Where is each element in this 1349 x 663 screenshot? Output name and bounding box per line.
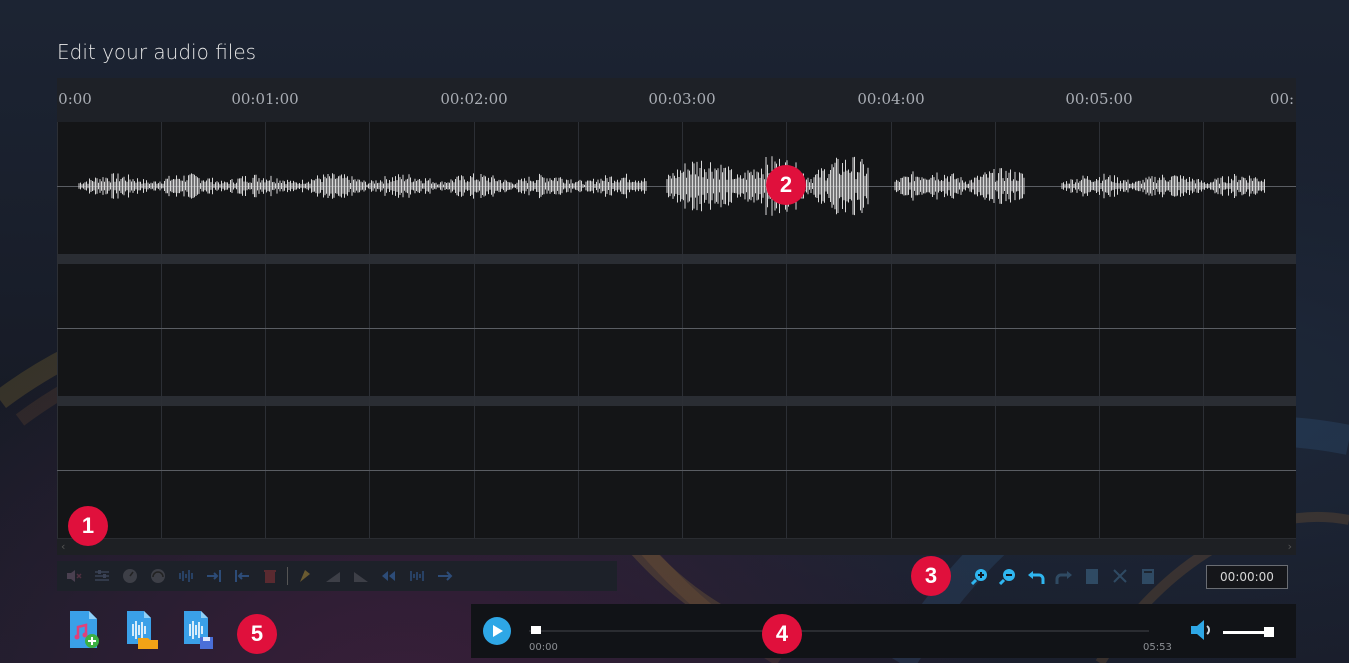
seek-thumb[interactable] xyxy=(531,626,541,634)
zoom-in-icon[interactable] xyxy=(970,565,990,587)
annotation-badge-1: 1 xyxy=(68,506,108,546)
annotation-badge-3: 3 xyxy=(911,556,951,596)
volume-knob[interactable] xyxy=(1264,627,1275,637)
track-separator xyxy=(57,254,1296,264)
paste-icon[interactable] xyxy=(1082,565,1102,587)
save-file-icon[interactable] xyxy=(181,610,215,650)
audio-editor[interactable]: 0:00 00:01:00 00:02:00 00:03:00 00:04:00… xyxy=(57,78,1296,555)
mute-icon[interactable] xyxy=(63,565,85,587)
trim-right-icon[interactable] xyxy=(203,565,225,587)
file-actions xyxy=(67,610,215,650)
redo-icon[interactable] xyxy=(1054,565,1074,587)
page-title: Edit your audio files xyxy=(57,40,257,64)
waveform-path xyxy=(78,156,1265,216)
track-area[interactable] xyxy=(57,122,1296,538)
add-audio-icon[interactable] xyxy=(67,610,101,650)
scroll-right-icon[interactable]: › xyxy=(1288,539,1292,555)
fade-in-icon[interactable] xyxy=(322,565,344,587)
normalize-icon[interactable] xyxy=(175,565,197,587)
split-icon[interactable] xyxy=(406,565,428,587)
scroll-left-icon[interactable]: ‹ xyxy=(61,539,65,555)
pitch-icon[interactable] xyxy=(147,565,169,587)
audio-player: 00:00 05:53 xyxy=(471,604,1296,658)
play-icon xyxy=(493,625,503,637)
speed-icon[interactable] xyxy=(119,565,141,587)
open-file-icon[interactable] xyxy=(124,610,158,650)
copy-icon[interactable] xyxy=(1138,565,1158,587)
ruler-tick: 0:00 xyxy=(58,90,92,108)
time-input[interactable]: 00:00:00 xyxy=(1206,565,1288,589)
volume-icon[interactable] xyxy=(1189,618,1215,642)
ruler-tick: 00: xyxy=(1269,90,1295,108)
toolbar-divider xyxy=(287,567,288,585)
track-separator xyxy=(57,396,1296,406)
fade-out-icon[interactable] xyxy=(350,565,372,587)
trim-left-icon[interactable] xyxy=(231,565,253,587)
annotation-badge-2: 2 xyxy=(766,165,806,205)
ruler-tick: 00:03:00 xyxy=(648,90,716,108)
center-line xyxy=(57,328,1296,329)
current-time: 00:00 xyxy=(529,642,558,653)
center-line xyxy=(57,470,1296,471)
ruler-tick: 00:02:00 xyxy=(440,90,508,108)
seek-bar[interactable] xyxy=(529,630,1149,632)
annotation-badge-5: 5 xyxy=(237,614,277,654)
ruler-tick: 00:04:00 xyxy=(857,90,925,108)
ruler-tick: 00:05:00 xyxy=(1065,90,1133,108)
annotation-badge-4: 4 xyxy=(762,614,802,654)
ruler-tick: 00:01:00 xyxy=(231,90,299,108)
track-lane-3[interactable] xyxy=(57,406,1296,538)
duration-time: 05:53 xyxy=(1143,642,1172,653)
zoom-out-icon[interactable] xyxy=(998,565,1018,587)
equalizer-icon[interactable] xyxy=(91,565,113,587)
track-lane-2[interactable] xyxy=(57,264,1296,396)
horizontal-scrollbar[interactable]: ‹ › xyxy=(57,538,1296,555)
noise-reduction-icon[interactable] xyxy=(294,565,316,587)
insert-icon[interactable] xyxy=(434,565,456,587)
view-tools xyxy=(970,562,1158,590)
undo-icon[interactable] xyxy=(1026,565,1046,587)
play-button[interactable] xyxy=(483,617,511,645)
audio-waveform[interactable] xyxy=(57,122,1296,254)
cut-icon[interactable] xyxy=(1110,565,1130,587)
edit-toolbar xyxy=(57,561,617,591)
timeline-ruler[interactable]: 0:00 00:01:00 00:02:00 00:03:00 00:04:00… xyxy=(57,78,1296,122)
delete-icon[interactable] xyxy=(259,565,281,587)
reverse-icon[interactable] xyxy=(378,565,400,587)
